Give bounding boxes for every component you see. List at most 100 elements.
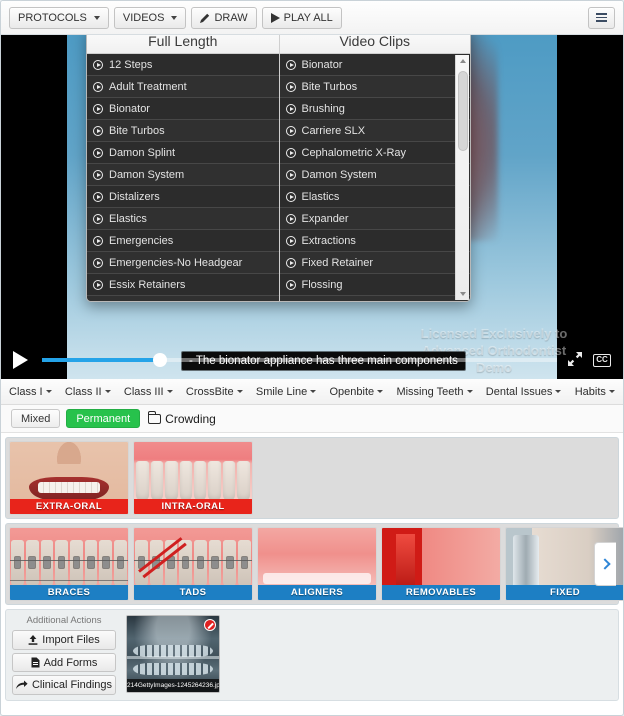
tab-dental-issues[interactable]: Dental Issues bbox=[486, 386, 562, 398]
add-forms-button[interactable]: Add Forms bbox=[12, 652, 116, 673]
thumbnail-aligners[interactable]: ALIGNERS bbox=[257, 527, 377, 601]
menu-item[interactable]: Elastics bbox=[279, 186, 470, 208]
menu-item[interactable]: Damon System bbox=[87, 164, 279, 186]
video-clips-list[interactable]: Bionator Bite Turbos Brushing Carriere S… bbox=[279, 54, 470, 301]
tab-class-iii[interactable]: Class III bbox=[124, 386, 173, 398]
menu-item[interactable]: Bionator bbox=[279, 54, 470, 76]
clinical-findings-button[interactable]: Clinical Findings bbox=[12, 675, 116, 696]
thumbnail-braces[interactable]: BRACES bbox=[9, 527, 129, 601]
menu-item[interactable]: Expander bbox=[279, 208, 470, 230]
arrow-share-icon bbox=[15, 680, 28, 690]
play-all-button[interactable]: PLAY ALL bbox=[261, 6, 342, 29]
menu-item[interactable]: Fixed Retainer bbox=[279, 252, 470, 274]
play-circle-icon bbox=[93, 213, 103, 224]
video-controls: CC bbox=[1, 341, 623, 379]
full-length-list[interactable]: 12 Steps Adult Treatment Bionator Bite T… bbox=[87, 54, 279, 301]
captions-button[interactable]: CC bbox=[593, 353, 611, 367]
chevron-down-icon bbox=[45, 390, 52, 393]
dropdown-scrollbar[interactable] bbox=[455, 55, 469, 300]
menu-button[interactable] bbox=[588, 6, 615, 29]
next-arrow-icon bbox=[598, 558, 611, 570]
actions-column: Additional Actions Import Files Add Form… bbox=[12, 615, 116, 696]
menu-item-label: Expander bbox=[109, 301, 156, 302]
menu-item[interactable]: Adult Treatment bbox=[87, 76, 279, 98]
scroll-down-arrow-icon[interactable] bbox=[460, 292, 466, 296]
menu-item[interactable]: Bite Turbos bbox=[87, 120, 279, 142]
menu-item[interactable]: Cephalometric X-Ray bbox=[279, 142, 470, 164]
menu-item[interactable]: Expander bbox=[87, 296, 279, 301]
menu-item[interactable]: Essix Retainers bbox=[87, 274, 279, 296]
menu-item[interactable]: Emergencies-No Headgear bbox=[87, 252, 279, 274]
thumbnail-removables[interactable]: REMOVABLES bbox=[381, 527, 501, 601]
menu-item[interactable]: Brushing bbox=[279, 98, 470, 120]
menu-item[interactable]: Flossing bbox=[279, 274, 470, 296]
play-button[interactable] bbox=[13, 351, 28, 369]
dentition-permanent-button[interactable]: Permanent bbox=[66, 409, 141, 428]
menu-item-label: Bite Turbos bbox=[301, 80, 358, 93]
thumbnail-tads[interactable]: TADS bbox=[133, 527, 253, 601]
progress-knob[interactable] bbox=[153, 353, 168, 367]
strip-next-button[interactable] bbox=[594, 542, 616, 586]
play-circle-icon bbox=[285, 59, 296, 70]
tab-class-ii[interactable]: Class II bbox=[65, 386, 111, 398]
scroll-up-arrow-icon[interactable] bbox=[460, 59, 466, 63]
import-files-button[interactable]: Import Files bbox=[12, 630, 116, 650]
menu-item-label: Distalizers bbox=[109, 190, 160, 203]
menu-item[interactable]: Carriere SLX bbox=[279, 120, 470, 142]
uploaded-file-thumbnail[interactable]: 214GettyImages-1245264236.jpg bbox=[126, 615, 220, 693]
aligner-tray bbox=[262, 572, 372, 585]
menu-item[interactable]: 12 Steps bbox=[87, 54, 279, 76]
tab-missing-teeth[interactable]: Missing Teeth bbox=[396, 386, 473, 398]
play-circle-icon bbox=[285, 279, 296, 290]
play-circle-icon bbox=[93, 191, 103, 202]
menu-item-label: Bite Turbos bbox=[109, 124, 165, 137]
videos-button[interactable]: VIDEOS bbox=[113, 6, 187, 29]
pencil-icon bbox=[200, 13, 210, 23]
draw-button[interactable]: DRAW bbox=[191, 6, 257, 29]
menu-item[interactable]: Emergencies bbox=[87, 230, 279, 252]
play-circle-icon bbox=[285, 257, 296, 268]
current-folder: Crowding bbox=[147, 410, 216, 426]
chevron-down-icon bbox=[608, 390, 615, 393]
play-circle-icon bbox=[93, 257, 103, 268]
thumbnail-intra-oral[interactable]: INTRA-ORAL bbox=[133, 441, 253, 515]
menu-item[interactable]: Elastics bbox=[87, 208, 279, 230]
draw-label: DRAW bbox=[214, 11, 248, 24]
delete-icon[interactable] bbox=[204, 619, 216, 631]
dentition-mixed-button[interactable]: Mixed bbox=[11, 409, 61, 428]
upper-arch bbox=[132, 644, 214, 658]
menu-item[interactable]: Extractions bbox=[279, 230, 470, 252]
dentition-bar: Mixed Permanent Crowding bbox=[1, 405, 623, 433]
menu-item-label: Carriere SLX bbox=[301, 124, 366, 137]
tab-smile-line[interactable]: Smile Line bbox=[256, 386, 317, 398]
videos-dropdown-menu: Full Length 12 Steps Adult Treatment Bio… bbox=[86, 27, 471, 302]
chevron-down-icon bbox=[377, 390, 384, 393]
play-circle-icon bbox=[93, 81, 103, 92]
add-forms-label: Add Forms bbox=[43, 656, 98, 669]
tab-crossbite[interactable]: CrossBite bbox=[186, 386, 243, 398]
play-circle-icon bbox=[285, 235, 296, 246]
menu-item[interactable]: Expander bbox=[279, 296, 470, 301]
menu-item[interactable]: Damon System bbox=[279, 164, 470, 186]
fullscreen-button[interactable] bbox=[567, 351, 583, 370]
empty-slot-area bbox=[257, 441, 615, 515]
menu-item[interactable]: Bite Turbos bbox=[279, 76, 470, 98]
scrollbar-thumb[interactable] bbox=[458, 71, 468, 151]
play-circle-icon bbox=[285, 125, 296, 136]
progress-slider[interactable] bbox=[42, 353, 557, 367]
additional-actions-title: Additional Actions bbox=[26, 615, 102, 626]
menu-item[interactable]: Damon Splint bbox=[87, 142, 279, 164]
photo-strip-primary: EXTRA-ORAL INTRA-ORAL bbox=[5, 437, 619, 519]
tab-habits[interactable]: Habits bbox=[575, 386, 615, 398]
menu-item[interactable]: Distalizers bbox=[87, 186, 279, 208]
play-circle-icon bbox=[93, 279, 103, 290]
menu-item-label: Flossing bbox=[301, 278, 343, 291]
thumbnail-extra-oral[interactable]: EXTRA-ORAL bbox=[9, 441, 129, 515]
tab-class-i[interactable]: Class I bbox=[9, 386, 52, 398]
tab-openbite[interactable]: Openbite bbox=[330, 386, 384, 398]
play-circle-icon bbox=[285, 147, 296, 158]
chevron-down-icon bbox=[466, 390, 473, 393]
protocols-button[interactable]: PROTOCOLS bbox=[9, 6, 109, 29]
tab-label: Habits bbox=[574, 385, 606, 398]
menu-item[interactable]: Bionator bbox=[87, 98, 279, 120]
